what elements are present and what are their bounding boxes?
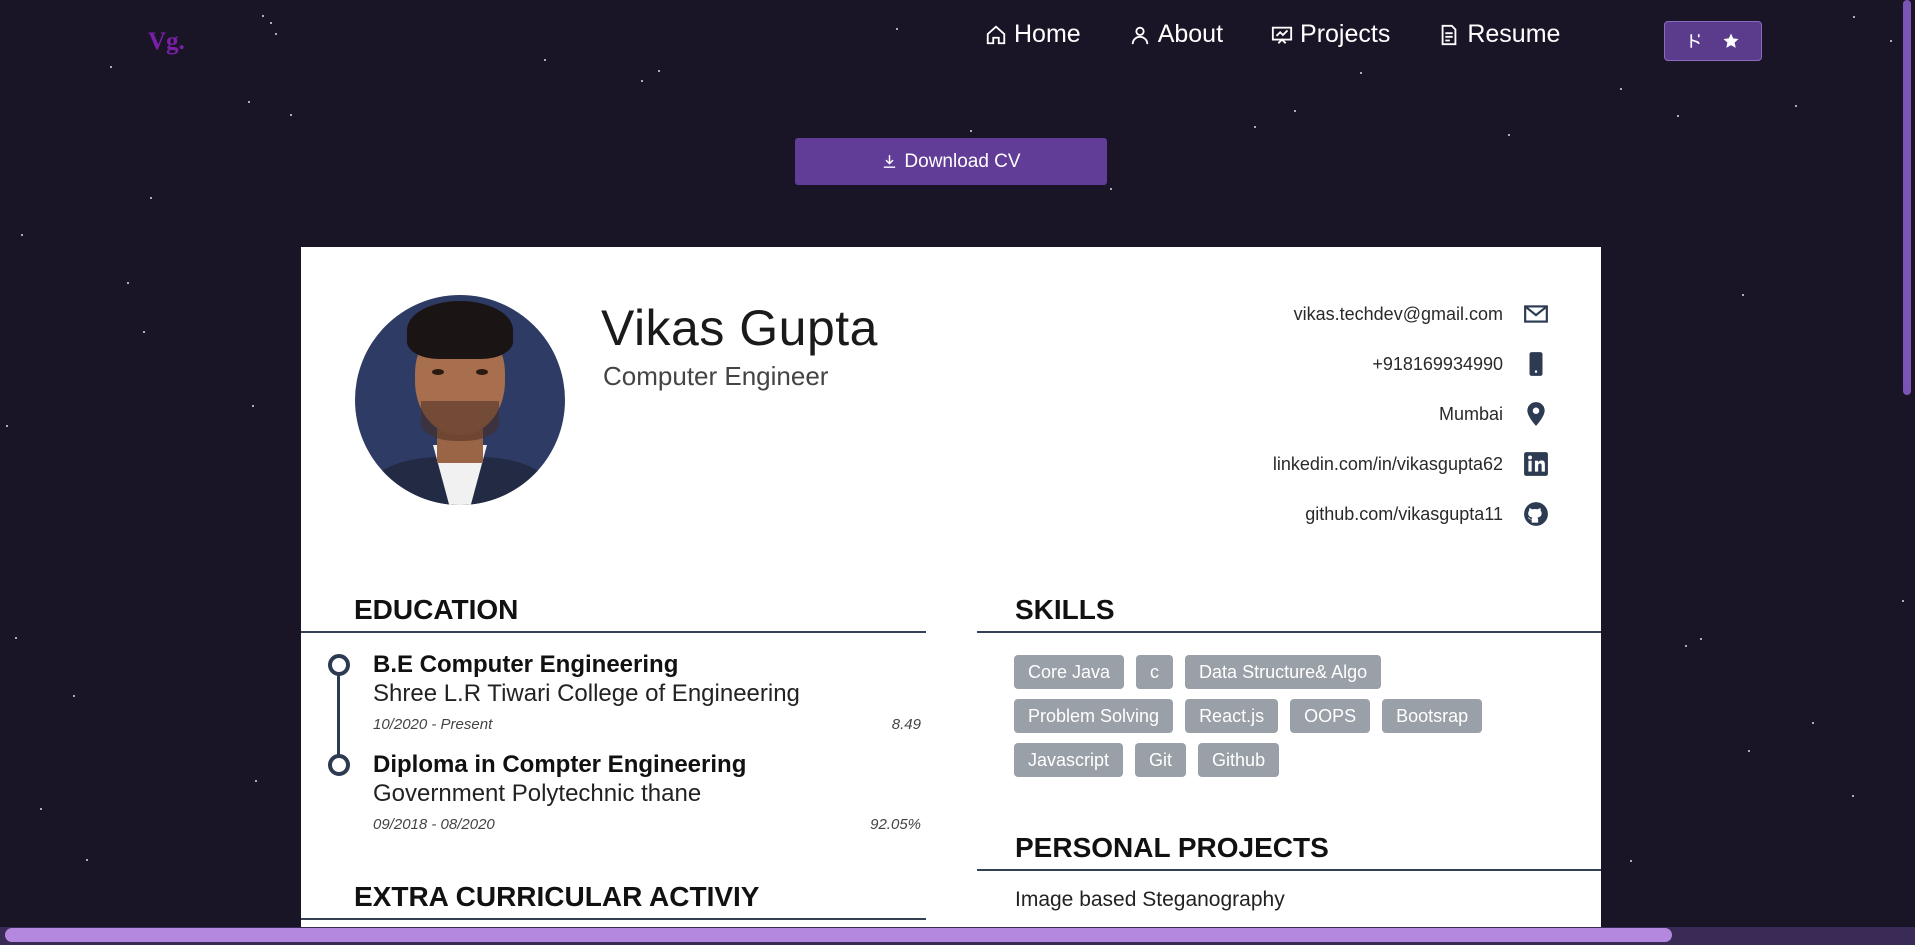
projects-icon xyxy=(1271,26,1293,44)
education-score: 8.49 xyxy=(891,716,921,733)
github-fork-button[interactable] xyxy=(1664,21,1762,61)
timeline-dot xyxy=(328,654,350,676)
nav-resume[interactable]: Resume xyxy=(1438,20,1560,49)
education-dates: 09/2018 - 08/2020 xyxy=(373,816,495,833)
skill-badge: Bootsrap xyxy=(1382,699,1483,733)
nav-about-label: About xyxy=(1157,20,1224,48)
skill-badge: Data Structure& Algo xyxy=(1185,655,1382,689)
resume-title: Computer Engineer xyxy=(603,361,829,391)
education-school: Shree L.R Tiwari College of Engineering xyxy=(373,680,800,707)
nav-home[interactable]: Home xyxy=(985,20,1081,49)
extra-curricular-heading: EXTRA CURRICULAR ACTIVIY xyxy=(354,881,760,912)
projects-heading: PERSONAL PROJECTS xyxy=(1015,832,1329,863)
download-cv-button[interactable]: Download CV xyxy=(795,138,1107,185)
contact-phone-text: +918169934990 xyxy=(1372,353,1503,374)
site-logo[interactable]: Vg. xyxy=(148,28,185,56)
phone-icon xyxy=(1523,351,1549,377)
document-icon xyxy=(1442,24,1457,45)
contact-github-text: github.com/vikasgupta11 xyxy=(1305,503,1503,524)
download-icon xyxy=(884,155,896,168)
education-timeline xyxy=(337,667,340,765)
home-icon xyxy=(986,25,1006,44)
education-degree: Diploma in Compter Engineering xyxy=(373,751,747,778)
horizontal-scrollbar-thumb[interactable] xyxy=(5,928,1672,942)
projects-divider xyxy=(977,869,1601,871)
skill-badge: OOPS xyxy=(1290,699,1371,733)
linkedin-icon xyxy=(1523,451,1549,477)
user-icon xyxy=(1131,26,1148,44)
profile-photo xyxy=(355,295,565,505)
skill-badge: Core Java xyxy=(1014,655,1125,689)
skill-badge: React.js xyxy=(1185,699,1279,733)
skill-badge: Problem Solving xyxy=(1014,699,1174,733)
contact-list: vikas.techdev@gmail.com +918169934990 Mu… xyxy=(1273,289,1549,539)
skills-heading: SKILLS xyxy=(1015,594,1115,625)
nav-resume-label: Resume xyxy=(1467,20,1561,48)
contact-email-text: vikas.techdev@gmail.com xyxy=(1293,303,1503,324)
education-degree: B.E Computer Engineering xyxy=(373,651,679,678)
email-icon xyxy=(1523,301,1549,327)
skill-badge: c xyxy=(1136,655,1174,689)
nav-projects[interactable]: Projects xyxy=(1271,20,1390,49)
education-school: Government Polytechnic thane xyxy=(373,780,702,807)
extra-curricular-divider xyxy=(301,918,926,920)
skills-divider xyxy=(977,631,1601,633)
main-nav: Home About Projects Resume xyxy=(985,20,1608,49)
location-icon xyxy=(1523,401,1549,427)
contact-location-text: Mumbai xyxy=(1438,403,1503,424)
education-dates: 10/2020 - Present xyxy=(373,716,493,733)
skills-list: Core Java c Data Structure& Algo Problem… xyxy=(1014,655,1554,787)
nav-projects-label: Projects xyxy=(1300,20,1391,48)
nav-about[interactable]: About xyxy=(1129,20,1223,49)
timeline-dot xyxy=(328,754,350,776)
contact-linkedin-text: linkedin.com/in/vikasgupta62 xyxy=(1272,453,1503,474)
star-icon xyxy=(1723,33,1739,48)
education-divider xyxy=(301,631,926,633)
nav-home-label: Home xyxy=(1014,20,1081,48)
project-item: Image based Steganography xyxy=(1015,888,1285,911)
contact-email[interactable]: vikas.techdev@gmail.com xyxy=(1273,289,1549,339)
fork-icon xyxy=(1690,34,1700,48)
contact-github[interactable]: github.com/vikasgupta11 xyxy=(1273,489,1549,539)
contact-location: Mumbai xyxy=(1273,389,1549,439)
education-score: 92.05% xyxy=(870,816,921,833)
vertical-scrollbar[interactable] xyxy=(1903,0,1911,395)
contact-linkedin[interactable]: linkedin.com/in/vikasgupta62 xyxy=(1273,439,1549,489)
education-heading: EDUCATION xyxy=(354,594,519,625)
skill-badge: Github xyxy=(1198,743,1280,777)
resume-document: Vikas Gupta Computer Engineer vikas.tech… xyxy=(301,247,1601,927)
contact-phone[interactable]: +918169934990 xyxy=(1273,339,1549,389)
github-icon xyxy=(1523,501,1549,527)
skill-badge: Git xyxy=(1135,743,1187,777)
skill-badge: Javascript xyxy=(1014,743,1124,777)
resume-name: Vikas Gupta xyxy=(601,300,878,356)
download-cv-label: Download CV xyxy=(904,150,1021,172)
